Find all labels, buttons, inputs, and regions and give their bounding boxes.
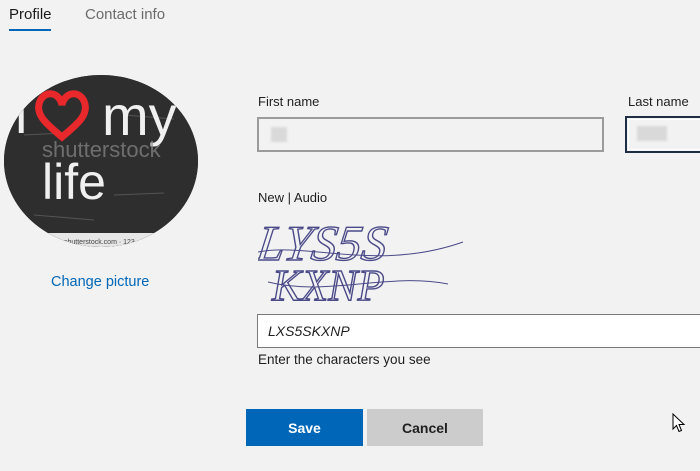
last-name-field[interactable]	[625, 116, 700, 153]
save-button[interactable]: Save	[246, 409, 363, 446]
avatar-text-life: life	[42, 154, 106, 210]
captcha-audio-link[interactable]: Audio	[294, 190, 327, 205]
cancel-button[interactable]: Cancel	[367, 409, 483, 446]
captcha-mode-links: New | Audio	[258, 190, 327, 205]
captcha-separator: |	[284, 190, 294, 205]
last-name-label: Last name	[628, 94, 689, 109]
avatar-footer: shutterstock.com · 123	[64, 239, 135, 246]
redacted-value	[271, 127, 287, 142]
first-name-field[interactable]	[257, 117, 604, 152]
tab-contact-info[interactable]: Contact info	[85, 6, 165, 23]
first-name-label: First name	[258, 94, 320, 109]
mouse-pointer-icon	[672, 412, 686, 438]
redacted-value	[637, 126, 667, 141]
avatar-text-i: I	[14, 87, 28, 145]
captcha-new-link[interactable]: New	[258, 190, 284, 205]
change-picture-link[interactable]: Change picture	[51, 274, 149, 290]
tab-bar: Profile Contact info	[0, 0, 700, 34]
active-tab-indicator	[9, 29, 51, 31]
tab-profile[interactable]: Profile	[9, 6, 52, 23]
avatar: I my shutterstock life shutterstock.com …	[4, 75, 198, 247]
captcha-hint: Enter the characters you see	[258, 352, 431, 367]
captcha-image: LYS5S KXNP	[252, 212, 468, 311]
captcha-input[interactable]: LXS5SKXNP	[257, 314, 700, 348]
